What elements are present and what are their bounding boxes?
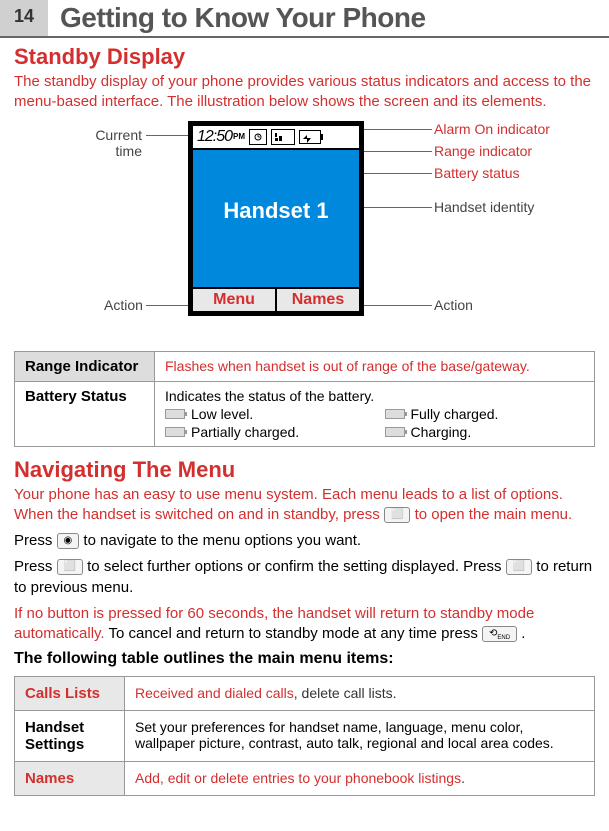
- nav-paragraph-4: If no button is pressed for 60 seconds, …: [14, 604, 595, 645]
- standby-intro: The standby display of your phone provid…: [14, 72, 595, 113]
- battery-status-label: Battery Status: [15, 381, 155, 446]
- battery-full: Fully charged.: [385, 406, 585, 422]
- nav-paragraph-2: Press ◉ to navigate to the menu options …: [14, 531, 595, 551]
- menu-handset-label: Handset Settings: [15, 711, 125, 762]
- nav-paragraph-3: Press ⬜ to select further options or con…: [14, 557, 595, 598]
- callout-range: Range indicator: [434, 143, 532, 159]
- battery-full-icon: [385, 409, 405, 419]
- handset-identity-label: Handset 1: [193, 198, 359, 224]
- page-title: Getting to Know Your Phone: [48, 0, 438, 36]
- battery-charging: Charging.: [385, 424, 585, 440]
- softkey-names: Names: [277, 289, 359, 311]
- battery-status-desc: Indicates the status of the battery.: [165, 388, 584, 404]
- alarm-icon: [249, 129, 267, 145]
- back-key-icon: ⬜: [506, 559, 532, 575]
- intro-highlight: standby: [44, 73, 97, 90]
- callout-alarm: Alarm On indicator: [434, 121, 550, 137]
- callout-action-left: Action: [104, 297, 143, 313]
- range-indicator-desc: Flashes when handset is out of range of …: [155, 351, 595, 381]
- status-indicator-table: Range Indicator Flashes when handset is …: [14, 351, 595, 447]
- battery-icon: [299, 130, 321, 144]
- menu-names-desc: Add, edit or delete entries to your phon…: [125, 762, 595, 796]
- page-number: 14: [0, 0, 48, 36]
- battery-partial-icon: [165, 427, 185, 437]
- callout-battery: Battery status: [434, 165, 520, 181]
- battery-partial: Partially charged.: [165, 424, 365, 440]
- softkey-menu: Menu: [193, 289, 277, 311]
- intro-part1: The: [14, 73, 44, 90]
- section-title-standby: Standby Display: [14, 44, 595, 70]
- menu-table-intro: The following table outlines the main me…: [14, 650, 595, 668]
- battery-charging-icon: [385, 427, 405, 437]
- callout-action-right: Action: [434, 297, 473, 313]
- softkey-icon: ⬜: [384, 507, 410, 523]
- time-suffix: PM: [233, 132, 245, 141]
- menu-names-label: Names: [15, 762, 125, 796]
- menu-items-table: Calls Lists Received and dialed calls, d…: [14, 676, 595, 796]
- standby-diagram: Current time Alarm On indicator Range in…: [14, 121, 595, 341]
- menu-calls-desc: Received and dialed calls, delete call l…: [125, 677, 595, 711]
- intro-part2: display of your phone provides various s…: [14, 73, 591, 110]
- callout-identity: Handset identity: [434, 199, 534, 215]
- end-key-icon: ⟲END: [482, 626, 517, 642]
- dpad-icon: ◉: [57, 533, 80, 549]
- section-title-nav: Navigating The Menu: [14, 457, 595, 483]
- select-key-icon: ⬜: [57, 559, 83, 575]
- battery-status-cell: Indicates the status of the battery. Low…: [155, 381, 595, 446]
- callout-current-time: Current time: [82, 127, 142, 159]
- nav-paragraph-1: Your phone has an easy to use menu syste…: [14, 485, 595, 526]
- range-icon: [271, 129, 295, 145]
- battery-low-icon: [165, 409, 185, 419]
- phone-screen: 12:50PM Handset 1 Menu Names: [188, 121, 364, 316]
- battery-low: Low level.: [165, 406, 365, 422]
- page-header: 14 Getting to Know Your Phone: [0, 0, 609, 38]
- menu-calls-label: Calls Lists: [15, 677, 125, 711]
- range-indicator-label: Range Indicator: [15, 351, 155, 381]
- time-display: 12:50: [197, 128, 232, 146]
- menu-handset-desc: Set your preferences for handset name, l…: [125, 711, 595, 762]
- softkey-bar: Menu Names: [193, 287, 359, 311]
- status-bar: 12:50PM: [193, 126, 359, 150]
